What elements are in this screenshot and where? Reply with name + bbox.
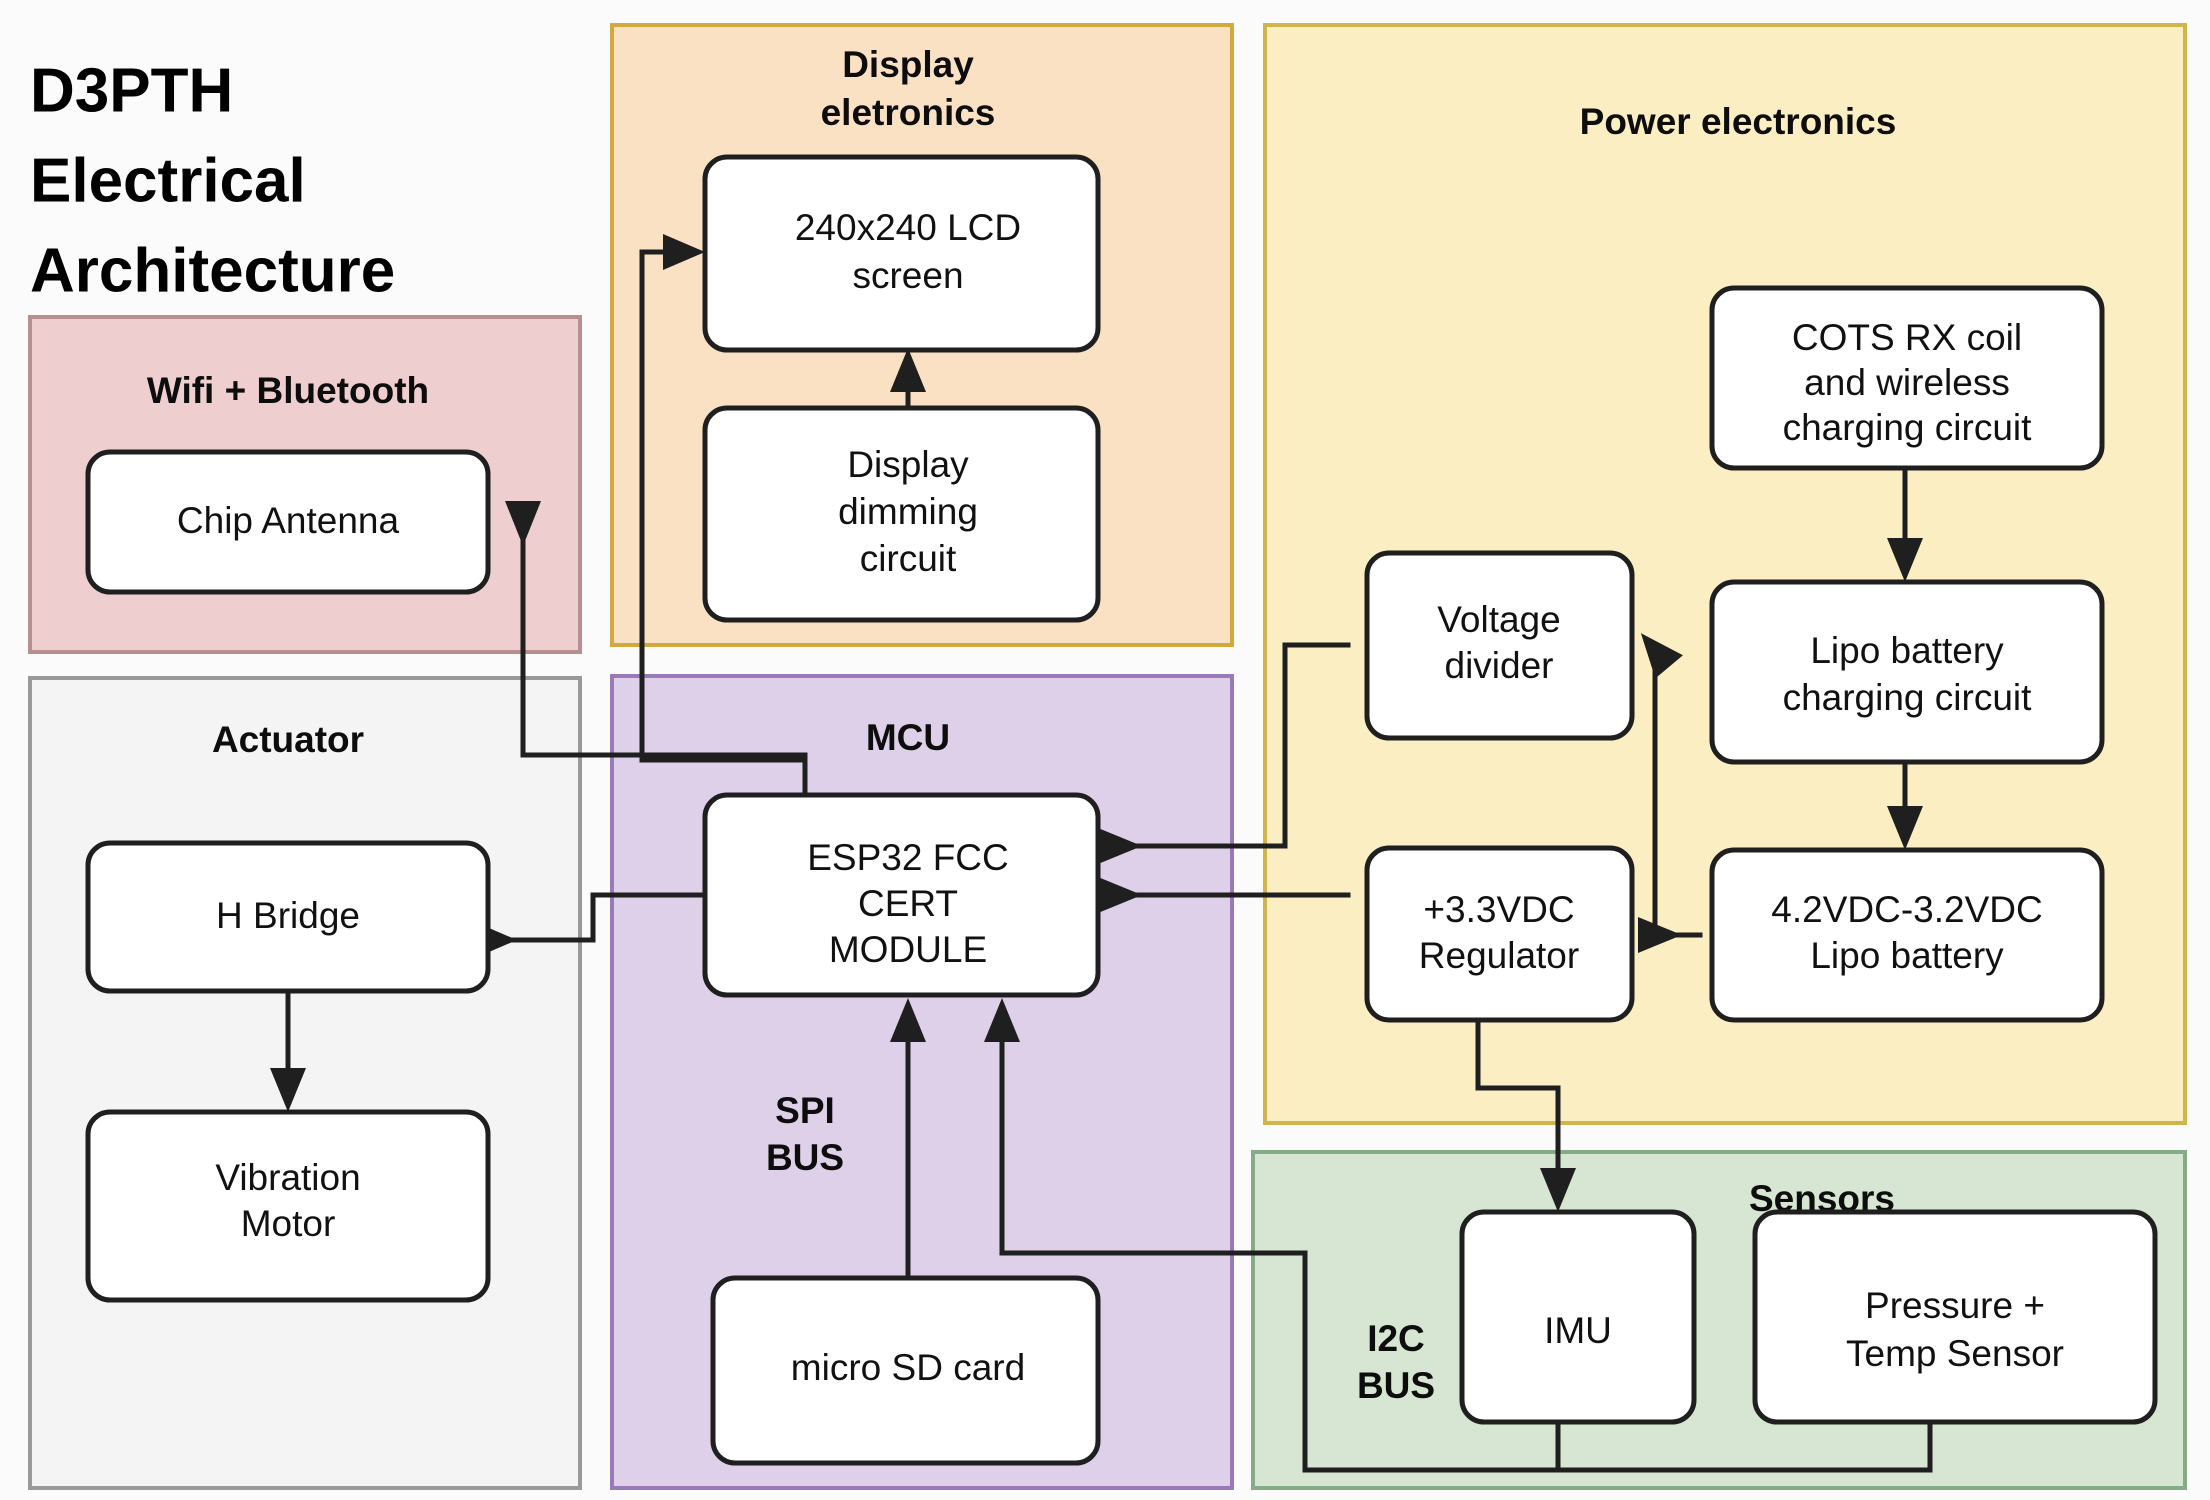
node-esp32-module[interactable]: ESP32 FCC CERT MODULE [702,792,1101,998]
display-dimming-label-line1: Display [847,444,969,485]
power-group-title: Power electronics [1580,101,1897,142]
lipo-charging-label-line1: Lipo battery [1810,630,2004,671]
lipo-battery-label-line2: Lipo battery [1810,935,2004,976]
page-title: D3PTH Electrical Architecture [30,56,395,305]
chip-antenna-label: Chip Antenna [177,500,400,541]
node-regulator[interactable]: +3.3VDC Regulator [1364,845,1635,1023]
cots-rx-label-line2: and wireless [1804,362,2010,403]
node-lipo-battery[interactable]: 4.2VDC-3.2VDC Lipo battery [1709,847,2105,1023]
display-group-title-line1: Display [842,44,974,85]
vibration-motor-label-line1: Vibration [215,1157,360,1198]
node-cots-rx-coil[interactable]: COTS RX coil and wireless charging circu… [1709,285,2105,471]
node-imu[interactable]: IMU [1459,1209,1697,1425]
mcu-group-title: MCU [866,717,950,758]
group-actuator: Actuator [28,676,582,1490]
regulator-label-line1: +3.3VDC [1423,889,1574,930]
lipo-charging-box[interactable] [1709,579,2105,765]
h-bridge-label: H Bridge [216,895,360,936]
regulator-label-line2: Regulator [1419,935,1579,976]
actuator-group-rect [28,676,582,1490]
lipo-battery-label-line1: 4.2VDC-3.2VDC [1771,889,2042,930]
page-title-line-1: D3PTH [30,56,233,125]
node-h-bridge[interactable]: H Bridge [85,840,491,994]
lipo-charging-label-line2: charging circuit [1783,677,2033,718]
voltage-divider-label-line1: Voltage [1437,599,1560,640]
voltage-divider-label-line2: divider [1445,645,1554,686]
lcd-screen-label-line2: screen [852,255,963,296]
node-lcd-screen[interactable]: 240x240 LCD screen [702,154,1101,353]
cots-rx-label-line3: charging circuit [1783,407,2033,448]
pressure-temp-label-line2: Temp Sensor [1846,1333,2064,1374]
lcd-screen-label-line1: 240x240 LCD [795,207,1021,248]
node-micro-sd-card[interactable]: micro SD card [710,1275,1101,1466]
display-dimming-label-line3: circuit [860,538,957,579]
display-group-title-line2: eletronics [821,92,996,133]
cots-rx-label-line1: COTS RX coil [1792,317,2022,358]
i2c-bus-label-line1: I2C [1367,1318,1425,1359]
node-display-dimming-circuit[interactable]: Display dimming circuit [702,405,1101,623]
lcd-screen-box[interactable] [702,154,1101,353]
spi-bus-label-line2: BUS [766,1137,844,1178]
node-pressure-temp-sensor[interactable]: Pressure + Temp Sensor [1752,1209,2158,1425]
wifi-group-title: Wifi + Bluetooth [147,370,429,411]
spi-bus-label-line1: SPI [775,1090,835,1131]
vibration-motor-label-line2: Motor [241,1203,336,1244]
page-title-line-2: Electrical [30,146,306,215]
node-voltage-divider[interactable]: Voltage divider [1364,550,1635,741]
page-title-line-3: Architecture [30,236,395,305]
micro-sd-label: micro SD card [791,1347,1025,1388]
architecture-diagram: Wifi + Bluetooth Actuator Display eletro… [0,0,2210,1500]
node-vibration-motor[interactable]: Vibration Motor [85,1109,491,1303]
esp32-label-line3: MODULE [829,929,987,970]
display-dimming-label-line2: dimming [838,491,978,532]
esp32-label-line1: ESP32 FCC [807,837,1009,878]
node-lipo-charging-circuit[interactable]: Lipo battery charging circuit [1709,579,2105,765]
imu-label: IMU [1544,1310,1612,1351]
i2c-bus-label-line2: BUS [1357,1365,1435,1406]
actuator-group-title: Actuator [212,719,364,760]
esp32-label-line2: CERT [858,883,958,924]
node-chip-antenna[interactable]: Chip Antenna [85,449,491,595]
diagram-canvas: Wifi + Bluetooth Actuator Display eletro… [28,23,2187,1490]
pressure-temp-label-line1: Pressure + [1865,1285,2045,1326]
